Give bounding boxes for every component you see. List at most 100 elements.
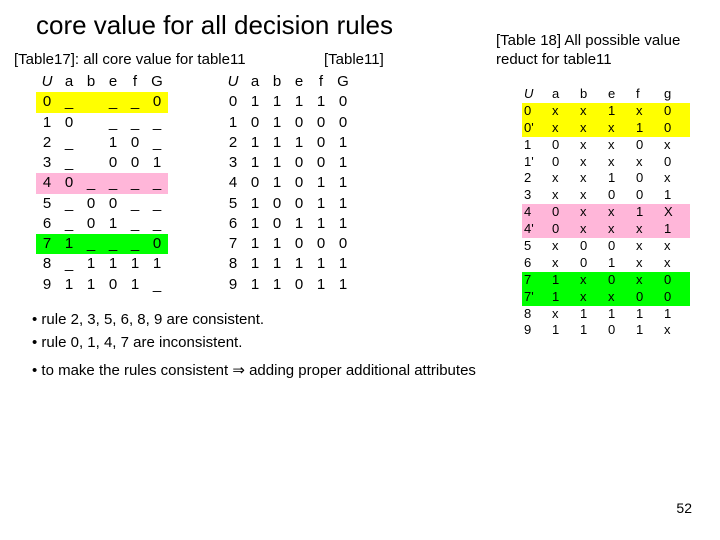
table-cell: 0: [606, 272, 634, 289]
table-cell: 1: [310, 194, 332, 214]
table-11: UabefG0111101010002111013110014010115100…: [222, 72, 354, 295]
table-cell: 1: [332, 153, 354, 173]
col-header: U: [222, 72, 244, 92]
table-cell: 0: [58, 173, 80, 193]
table-cell: x: [550, 120, 578, 137]
table-cell: 1: [244, 194, 266, 214]
table-cell: 1: [244, 214, 266, 234]
table-cell: _: [58, 92, 80, 112]
table-cell: 9: [522, 322, 550, 339]
table-cell: 1: [634, 120, 662, 137]
table-cell: x: [606, 154, 634, 171]
col-header: b: [578, 86, 606, 103]
table-cell: 1: [606, 103, 634, 120]
table-cell: _: [80, 173, 102, 193]
col-header: g: [662, 86, 690, 103]
caption-table17: [Table17]: all core value for table11: [14, 51, 324, 68]
col-header: a: [550, 86, 578, 103]
table-cell: 9: [36, 275, 58, 295]
table-cell: 1: [662, 187, 690, 204]
table-cell: 1: [310, 254, 332, 274]
table-cell: _: [124, 194, 146, 214]
table-cell: 4: [522, 204, 550, 221]
col-header: G: [146, 72, 168, 92]
table-cell: 0: [80, 214, 102, 234]
table-cell: 0: [310, 113, 332, 133]
table-cell: 1: [244, 133, 266, 153]
table-cell: [80, 133, 102, 153]
col-header: e: [288, 72, 310, 92]
table-cell: 0: [662, 289, 690, 306]
table-cell: 7': [522, 289, 550, 306]
table-cell: 0: [550, 221, 578, 238]
table-cell: 2: [522, 170, 550, 187]
table-cell: 1: [222, 113, 244, 133]
table-cell: 1: [244, 92, 266, 112]
table-cell: 0: [266, 194, 288, 214]
table-cell: 2: [222, 133, 244, 153]
table-cell: _: [102, 92, 124, 112]
table-cell: 1: [288, 214, 310, 234]
col-header: G: [332, 72, 354, 92]
table-cell: _: [124, 214, 146, 234]
table-cell: 1: [310, 275, 332, 295]
table-cell: 0: [634, 187, 662, 204]
table-cell: 1: [80, 275, 102, 295]
table-cell: 0: [244, 113, 266, 133]
table-cell: X: [662, 204, 690, 221]
table-cell: x: [550, 103, 578, 120]
table-cell: 1: [58, 234, 80, 254]
table-cell: 3: [36, 153, 58, 173]
table-cell: 1: [578, 306, 606, 323]
table-cell: x: [578, 137, 606, 154]
table-cell: 0: [662, 154, 690, 171]
table-cell: 6: [522, 255, 550, 272]
table-cell: 0: [222, 92, 244, 112]
col-header: U: [36, 72, 58, 92]
table-cell: 1: [550, 322, 578, 339]
table-cell: 3: [222, 153, 244, 173]
table-cell: 0: [578, 238, 606, 255]
table-cell: x: [662, 170, 690, 187]
table-cell: 1: [332, 133, 354, 153]
table-cell: 1: [58, 275, 80, 295]
table-cell: 0: [578, 255, 606, 272]
table-cell: [80, 153, 102, 173]
table-cell: 0: [266, 214, 288, 234]
table-cell: x: [634, 103, 662, 120]
table-cell: x: [662, 137, 690, 154]
table-cell: 5: [36, 194, 58, 214]
table-cell: 1: [266, 234, 288, 254]
table-cell: 1: [578, 322, 606, 339]
table-cell: 1: [332, 275, 354, 295]
table-cell: 1: [310, 173, 332, 193]
table-cell: 1: [550, 289, 578, 306]
col-header: a: [244, 72, 266, 92]
table-cell: 0: [606, 238, 634, 255]
table-cell: _: [102, 234, 124, 254]
table-cell: 1: [124, 275, 146, 295]
table-cell: 0: [102, 153, 124, 173]
table-cell: x: [550, 187, 578, 204]
table-cell: x: [606, 204, 634, 221]
col-header: U: [522, 86, 550, 103]
table-cell: _: [58, 214, 80, 234]
table-cell: 1: [102, 133, 124, 153]
table-cell: 1: [310, 92, 332, 112]
table-cell: x: [634, 255, 662, 272]
table-cell: x: [550, 238, 578, 255]
table-cell: x: [662, 255, 690, 272]
table-cell: 1: [550, 272, 578, 289]
table-cell: 8: [522, 306, 550, 323]
table-cell: 1': [522, 154, 550, 171]
table-cell: 0: [634, 289, 662, 306]
table-cell: 0: [522, 103, 550, 120]
table-cell: 1: [244, 234, 266, 254]
table-cell: 0: [662, 272, 690, 289]
col-header: f: [124, 72, 146, 92]
table-cell: 1: [244, 254, 266, 274]
table-cell: 4': [522, 221, 550, 238]
table-cell: _: [124, 173, 146, 193]
table-cell: x: [634, 221, 662, 238]
table-cell: 1: [662, 221, 690, 238]
